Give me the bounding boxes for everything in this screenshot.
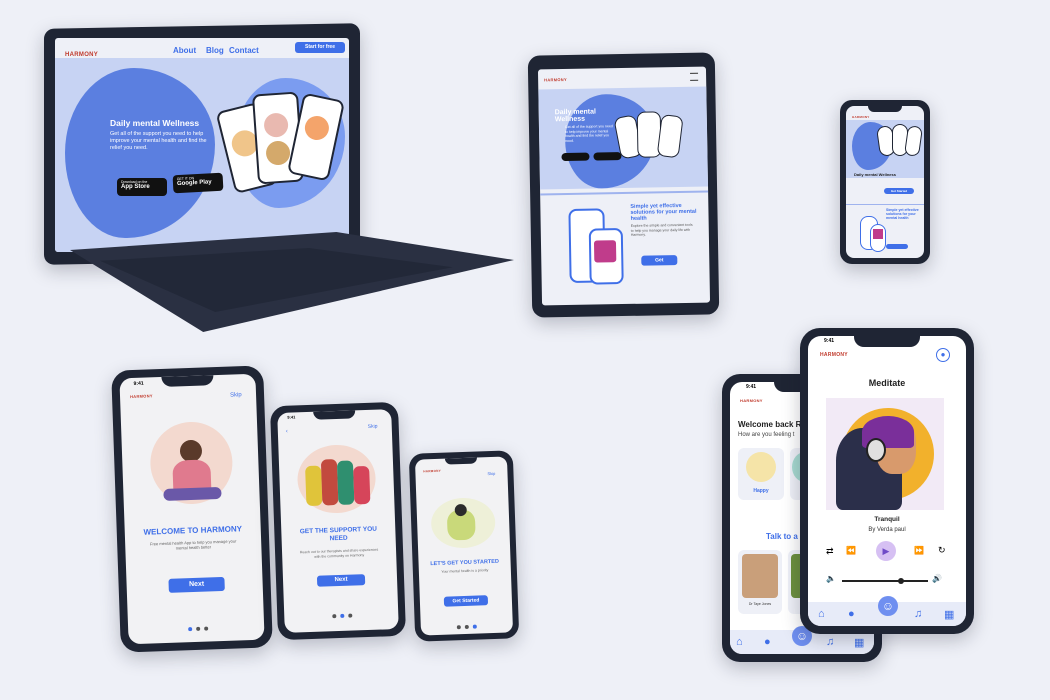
album-art [826,398,944,510]
tablet-google-play-button[interactable] [593,152,622,161]
small-phone-hero-title: Daily mental Wellness [854,172,896,177]
profile-icon[interactable]: ● [936,348,950,362]
skip-button[interactable]: Skip [487,471,495,476]
chat-icon[interactable]: ▦ [944,608,954,621]
tablet-app-store-button[interactable] [561,152,590,162]
tablet-hero-text: Get all of the support you need to help … [564,124,613,143]
tablet-menu-icon[interactable] [690,72,699,81]
tablet-logo: HARMONY [544,76,567,83]
therapist-card[interactable]: Dr Taye Jones [738,550,782,614]
community-icon[interactable]: ● [764,636,771,648]
next-button[interactable]: Next [168,576,225,593]
meditate-logo: HARMONY [820,352,848,358]
status-time: 9:41 [824,338,835,344]
tablet-section-text: Explore the simple and convenient tools … [630,222,693,237]
google-play-main: Google Play [176,179,212,188]
onboarding-title: WELCOME TO HARMONY [143,524,243,537]
skip-button[interactable]: Skip [230,392,242,398]
bottom-nav: ⌂ ● ☺ ♫ ▦ [808,596,966,626]
laptop-hero-text: Get all of the support you need to help … [110,131,207,151]
small-phone-section-title: Simple yet effective solutions for your … [886,208,919,220]
onboarding-title: LET'S GET YOU STARTED [430,558,499,568]
volume-low-icon: 🔈 [826,574,836,583]
music-icon[interactable]: ♫ [914,608,922,620]
get-started-button[interactable]: Get Started [443,595,489,607]
status-time: 9:41 [746,384,757,390]
therapist-name: Dr Taye Jones [748,602,772,606]
onboarding-logo: HARMONY [129,393,153,400]
next-button[interactable]: Next [316,574,366,587]
nav-contact-link[interactable]: Contact [229,46,259,55]
home-icon[interactable]: ⌂ [736,636,743,648]
mood-card-happy[interactable]: Happy [738,448,784,500]
nav-blog-link[interactable]: Blog [206,46,224,55]
onboarding-desc: Reach out to our therapists and share ex… [299,547,379,559]
center-smile-button[interactable]: ☺ [878,596,898,616]
community-icon[interactable]: ● [848,608,855,620]
feeling-question: How are you feeling t [738,432,795,438]
onboarding-desc: Free mental health App to help you manag… [149,538,237,551]
volume-slider[interactable] [842,578,928,584]
app-store-main: App Store [121,184,150,190]
onboarding-logo: HARMONY [423,468,442,474]
next-track-icon[interactable]: ⏩ [914,546,924,555]
tablet-hero-title: Daily mental Wellness [554,108,597,124]
small-phone-logo: HARMONY [852,115,870,119]
laptop-screen: HARMONY About Blog Contact Start for fre… [55,38,349,252]
volume-slider-handle[interactable] [898,578,904,584]
back-icon[interactable]: ‹ [286,429,288,435]
track-artist: By Verda paul [868,527,906,533]
status-time: 9:41 [133,380,144,387]
welcome-text: Welcome back Ru [738,420,807,429]
volume-high-icon: 🔊 [932,574,942,583]
music-icon[interactable]: ♫ [826,636,834,648]
mood-label: Happy [753,488,769,494]
happy-illustration [746,452,776,482]
app-store-button[interactable]: Download on the App Store [117,178,167,196]
onboarding-desc: Your mental health is a priority [441,568,489,574]
home-icon[interactable]: ⌂ [818,608,825,620]
start-free-button[interactable]: Start for free [295,42,345,53]
skip-button[interactable]: Skip [368,424,378,430]
therapist-photo [742,554,778,598]
status-time: 9:41 [287,414,296,420]
laptop-hero-title: Daily mental Wellness [110,118,200,128]
chat-icon[interactable]: ▦ [854,636,864,649]
tablet-screen: HARMONY Daily mental Wellness Get all of… [537,66,711,306]
track-title: Tranquil [874,516,900,523]
page-indicator [330,604,355,623]
onboarding-title: GET THE SUPPORT YOU NEED [299,525,378,543]
play-button[interactable]: ▶ [876,541,896,561]
previous-icon[interactable]: ⏪ [846,546,856,555]
page-indicator [186,617,211,636]
meditate-title: Meditate [868,378,906,388]
home-logo: HARMONY [740,398,763,403]
page-indicator [454,616,479,635]
shuffle-icon[interactable]: ⇄ [826,546,834,557]
repeat-icon[interactable]: ↻ [938,545,946,556]
google-play-button[interactable]: GET IT ON Google Play [172,172,224,194]
nav-about-link[interactable]: About [173,46,196,55]
small-phone-get-started-top[interactable]: Get Started [884,188,914,194]
talk-heading: Talk to a [766,532,798,541]
tablet-section-title: Simple yet effective solutions for your … [630,202,697,222]
tablet-get-button[interactable]: Get [641,255,678,266]
